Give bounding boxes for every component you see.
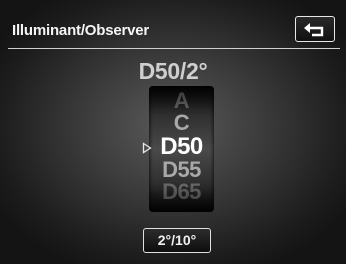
illuminant-picker[interactable]: A C D50 D55 D65: [149, 86, 214, 212]
header-divider: [8, 48, 340, 49]
page-title: Illuminant/Observer: [12, 22, 150, 39]
triangle-right-outline-icon: [142, 142, 152, 154]
current-setting-value: D50/2°: [138, 58, 208, 84]
back-button[interactable]: [295, 16, 335, 42]
observer-toggle-button[interactable]: 2°/10°: [143, 228, 211, 253]
illuminant-observer-screen: Illuminant/Observer D50/2° A C D50 D55 D…: [0, 0, 346, 264]
return-arrow-icon: [304, 23, 324, 37]
picker-item-d65[interactable]: D65: [149, 179, 214, 205]
